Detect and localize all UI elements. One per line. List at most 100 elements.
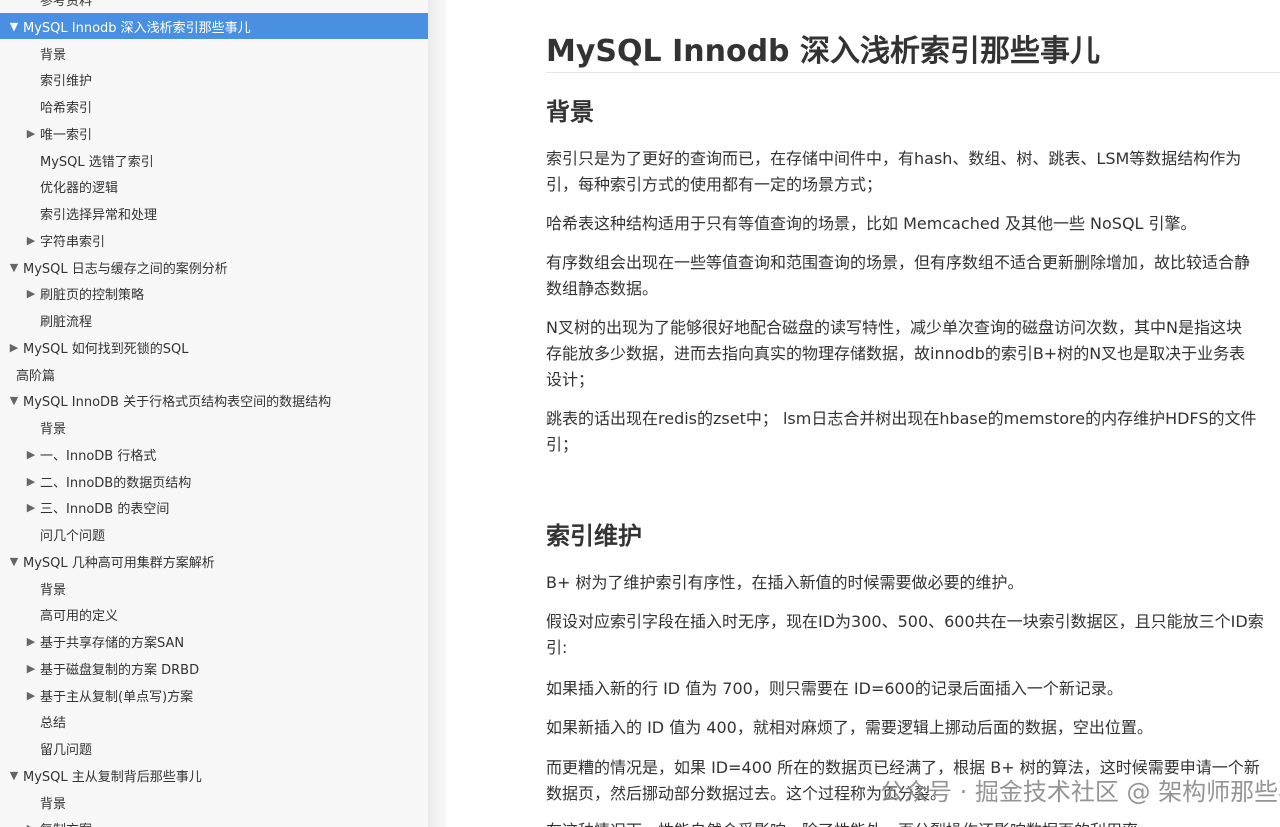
- title-divider: [546, 72, 1280, 73]
- sidebar-toc-item[interactable]: ▶ 基于磁盘复制的方案 DRBD: [0, 655, 428, 681]
- sidebar-toc-item[interactable]: 刷脏流程: [0, 308, 428, 334]
- sidebar-toc-label: 唯一索引: [40, 127, 93, 143]
- document-content: MySQL Innodb 深入浅析索引那些事儿 背景 索引只是为了更好的查询而已，…: [446, 0, 1280, 827]
- chevron-right-icon[interactable]: ▶: [24, 287, 38, 300]
- sidebar-toc-item[interactable]: 背景: [0, 415, 428, 441]
- sidebar-toc-label: 基于共享存储的方案SAN: [40, 636, 185, 651]
- sidebar-toc-label: 字符串索引: [40, 234, 106, 250]
- chevron-down-icon[interactable]: ▼: [7, 394, 21, 407]
- section-heading: 背景: [546, 98, 594, 126]
- paragraph-line: 如果新插入的 ID 值为 400，就相对麻烦了，需要逻辑上挪动后面的数据，空出位…: [546, 718, 1153, 737]
- sidebar-toc-item[interactable]: 高可用的定义: [0, 602, 428, 628]
- sidebar-toc-item[interactable]: 索引选择异常和处理: [0, 201, 428, 227]
- sidebar-toc-item[interactable]: ▶ 三、InnoDB 的表空间: [0, 495, 428, 521]
- toc-sidebar: 参考资料 ▼ MySQL Innodb 深入浅析索引那些事儿 背景 索引维护 哈希索引 ▶ 唯…: [0, 0, 428, 827]
- sidebar-toc-label: 哈希索引: [40, 101, 93, 116]
- sidebar-toc-label: 参考资料: [40, 0, 93, 9]
- sidebar-toc-item[interactable]: ▶ 二、InnoDB的数据页结构: [0, 468, 428, 494]
- sidebar-toc-item[interactable]: ▼ MySQL InnoDB 关于行格式页结构表空间的数据结构: [0, 388, 428, 414]
- chevron-down-icon[interactable]: ▼: [7, 261, 21, 274]
- sidebar-toc-item[interactable]: 高阶篇: [0, 361, 428, 387]
- paragraph-line: 引:: [546, 638, 568, 657]
- chevron-down-icon[interactable]: ▼: [7, 20, 21, 33]
- sidebar-toc-item[interactable]: ▶ 基于主从复制(单点写)方案: [0, 682, 428, 708]
- sidebar-divider[interactable]: [428, 0, 446, 827]
- paragraph: 跳表的话出现在redis的zset中； lsm日志合并树出现在hbase的mem…: [546, 406, 1280, 458]
- sidebar-toc-label: 背景: [40, 422, 67, 437]
- sidebar-toc-label: 总结: [40, 716, 67, 732]
- chevron-right-icon[interactable]: ▶: [7, 341, 21, 354]
- paragraph: 有序数组会出现在一些等值查询和范围查询的场景，但有序数组不适合更新删除增加，故比…: [546, 250, 1280, 302]
- chevron-right-icon[interactable]: ▶: [24, 662, 38, 675]
- sidebar-toc-item[interactable]: ▶ 字符串索引: [0, 227, 428, 253]
- sidebar-toc-item[interactable]: 总结: [0, 709, 428, 735]
- sidebar-toc-item[interactable]: 留几问题: [0, 736, 428, 762]
- sidebar-toc-item[interactable]: ▶ 刷脏页的控制策略: [0, 281, 428, 307]
- chevron-right-icon[interactable]: ▶: [24, 127, 38, 140]
- sidebar-toc-label: 高阶篇: [16, 368, 56, 384]
- chevron-right-icon[interactable]: ▶: [24, 234, 38, 247]
- sidebar-toc-item[interactable]: 参考资料: [0, 0, 428, 13]
- paragraph-line: 假设对应索引字段在插入时无序，现在ID为300、500、600共在一块索引数据区…: [546, 612, 1264, 631]
- sidebar-toc-item[interactable]: ▶复制方案: [0, 816, 428, 827]
- paragraph: 假设对应索引字段在插入时无序，现在ID为300、500、600共在一块索引数据区…: [546, 609, 1280, 661]
- sidebar-toc-label: 一、InnoDB 行格式: [40, 448, 157, 464]
- chevron-right-icon[interactable]: ▶: [24, 689, 38, 702]
- sidebar-toc-item[interactable]: 问几个问题: [0, 522, 428, 548]
- paragraph-line: 如果插入新的行 ID 值为 700，则只需要在 ID=600的记录后面插入一个新…: [546, 679, 1123, 698]
- chevron-right-icon[interactable]: ▶: [24, 635, 38, 648]
- sidebar-toc-label: MySQL 主从复制背后那些事儿: [23, 769, 202, 785]
- sidebar-toc-item[interactable]: ▼ MySQL 日志与缓存之间的案例分析: [0, 254, 428, 280]
- sidebar-toc-item[interactable]: ▼ MySQL 主从复制背后那些事儿: [0, 762, 428, 788]
- paragraph-line: N叉树的出现为了能够很好地配合磁盘的读写特性，减少单次查询的磁盘访问次数，其中N…: [546, 318, 1242, 337]
- paragraph-line: 哈希表这种结构适用于只有等值查询的场景，比如 Memcached 及其他一些 N…: [546, 214, 1197, 233]
- sidebar-toc-label: 优化器的逻辑: [40, 181, 119, 197]
- sidebar-toc-label: MySQL 如何找到死锁的SQL: [23, 341, 189, 357]
- sidebar-toc-label: 问几个问题: [40, 529, 106, 544]
- paragraph-line: 有序数组会出现在一些等值查询和范围查询的场景，但有序数组不适合更新删除增加，故比…: [546, 253, 1251, 272]
- paragraph: B+ 树为了维护索引有序性，在插入新值的时候需要做必要的维护。: [546, 570, 1280, 596]
- sidebar-toc-item[interactable]: ▶ 基于共享存储的方案SAN: [0, 629, 428, 655]
- paragraph-line: 在这种情况下，性能自然会受影响。除了性能外，页分裂操作还影响数据页的利用率。: [546, 818, 1280, 827]
- sidebar-toc-item[interactable]: ▼ MySQL 几种高可用集群方案解析: [0, 548, 428, 574]
- paragraph-line: 引，每种索引方式的使用都有一定的场景方式；: [546, 175, 883, 194]
- sidebar-toc-label: 基于主从复制(单点写)方案: [40, 689, 194, 705]
- sidebar-toc-item[interactable]: 背景: [0, 789, 428, 815]
- paragraph-line: B+ 树为了维护索引有序性，在插入新值的时候需要做必要的维护。: [546, 573, 1024, 592]
- chevron-right-icon[interactable]: ▶: [24, 448, 38, 461]
- paragraph-line: 存能放多少数据，进而去指向真实的物理存储数据，故innodb的索引B+树的N叉也…: [546, 344, 1246, 363]
- sidebar-toc-label: 刷脏页的控制策略: [40, 288, 145, 304]
- chevron-right-icon[interactable]: ▶: [24, 501, 38, 514]
- sidebar-toc-label: 留几问题: [40, 743, 93, 758]
- chevron-right-icon[interactable]: ▶: [24, 822, 38, 827]
- sidebar-toc-item[interactable]: ▶ 一、InnoDB 行格式: [0, 441, 428, 467]
- sidebar-toc-label: 索引维护: [40, 74, 93, 90]
- sidebar-toc-label: 索引选择异常和处理: [40, 208, 158, 223]
- sidebar-toc-label: 复制方案: [40, 819, 92, 827]
- paragraph-line: 引；: [546, 435, 579, 454]
- section-heading: 索引维护: [546, 522, 642, 550]
- sidebar-toc-item[interactable]: 优化器的逻辑: [0, 174, 428, 200]
- sidebar-toc-label: 背景: [40, 796, 67, 812]
- sidebar-toc-label: 刷脏流程: [40, 315, 93, 330]
- sidebar-toc-label: 二、InnoDB的数据页结构: [40, 475, 192, 491]
- paragraph-line: 索引只是为了更好的查询而已，在存储中间件中，有hash、数组、树、跳表、LSM等…: [546, 149, 1242, 168]
- sidebar-toc-item[interactable]: 背景: [0, 575, 428, 601]
- sidebar-toc-label: 高可用的定义: [40, 609, 119, 625]
- paragraph: 在这种情况下，性能自然会受影响。除了性能外，页分裂操作还影响数据页的利用率。: [546, 818, 1280, 827]
- sidebar-toc-item[interactable]: 背景: [0, 40, 428, 66]
- paragraph-line: 数组静态数据。: [546, 279, 659, 298]
- sidebar-toc-item[interactable]: ▼ MySQL Innodb 深入浅析索引那些事儿: [0, 13, 428, 40]
- sidebar-toc-item[interactable]: ▶ MySQL 如何找到死锁的SQL: [0, 334, 428, 360]
- sidebar-toc-item[interactable]: 索引维护: [0, 67, 428, 93]
- paragraph-line: 跳表的话出现在redis的zset中； lsm日志合并树出现在hbase的mem…: [546, 409, 1257, 428]
- sidebar-toc-label: 背景: [40, 582, 67, 598]
- chevron-down-icon[interactable]: ▼: [7, 555, 21, 568]
- sidebar-toc-label: 基于磁盘复制的方案 DRBD: [40, 662, 200, 678]
- paragraph: 如果插入新的行 ID 值为 700，则只需要在 ID=600的记录后面插入一个新…: [546, 676, 1280, 702]
- sidebar-toc-item[interactable]: 哈希索引: [0, 94, 428, 120]
- chevron-right-icon[interactable]: ▶: [24, 475, 38, 488]
- sidebar-toc-item[interactable]: ▶ 唯一索引: [0, 120, 428, 146]
- sidebar-toc-item[interactable]: MySQL 选错了索引: [0, 147, 428, 173]
- chevron-down-icon[interactable]: ▼: [7, 769, 21, 782]
